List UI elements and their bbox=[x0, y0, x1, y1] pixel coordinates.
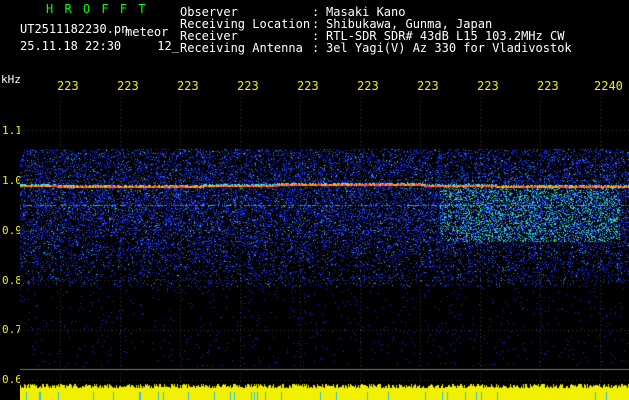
app-brand: H R O F F T bbox=[46, 2, 148, 16]
y-tick-1-1: 1.1 bbox=[2, 124, 22, 137]
x-tick-3: 223 bbox=[177, 79, 199, 93]
x-tick-7: 223 bbox=[417, 79, 439, 93]
y-tick-0-8: 0.8 bbox=[2, 274, 22, 287]
x-tick-8: 223 bbox=[477, 79, 499, 93]
x-tick-1: 223 bbox=[57, 79, 79, 93]
file-tag: meteor bbox=[125, 25, 169, 39]
x-tick-5: 223 bbox=[297, 79, 319, 93]
x-tick-10: 2240 bbox=[594, 79, 623, 93]
x-tick-4: 223 bbox=[237, 79, 259, 93]
antenna-label: Receiving Antenna bbox=[180, 41, 303, 55]
x-tick-2: 223 bbox=[117, 79, 139, 93]
spectrogram-plot bbox=[20, 97, 629, 400]
file-name: UT2511182230.pn bbox=[20, 22, 129, 36]
timestamp-date: 25.11.18 22:30 bbox=[20, 39, 122, 53]
y-tick-0-9: 0.9 bbox=[2, 224, 22, 237]
y-axis-unit: kHz bbox=[1, 73, 21, 86]
x-tick-6: 223 bbox=[357, 79, 379, 93]
antenna-value: 3el Yagi(V) Az 330 for Vladivostok bbox=[326, 41, 572, 55]
antenna-sep: : bbox=[312, 41, 320, 55]
x-tick-9: 223 bbox=[537, 79, 559, 93]
y-tick-0-7: 0.7 bbox=[2, 323, 22, 336]
y-tick-0-6: 0.6 bbox=[2, 373, 22, 386]
timestamp: 25.11.18 22:30 12_ bbox=[20, 40, 179, 52]
spectrogram-window: { "brand": "HROFFT", "file_name": "UT251… bbox=[0, 0, 629, 400]
timestamp-extra: 12_ bbox=[157, 39, 179, 53]
y-tick-1-0: 1.0 bbox=[2, 174, 22, 187]
